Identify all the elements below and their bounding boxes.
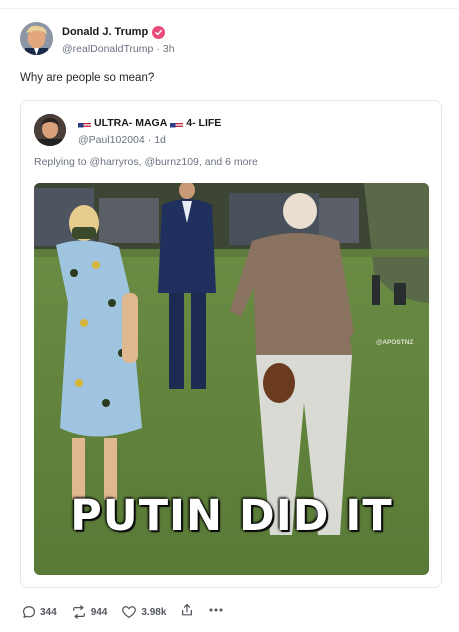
author-name[interactable]: Donald J. Trump [62,26,148,38]
reply-count: 344 [40,606,57,618]
like-count: 3.98k [141,606,167,618]
post-text: Why are people so mean? [20,72,155,84]
verified-badge-icon [152,25,166,39]
share-icon [180,603,194,622]
us-flag-icon [78,119,91,128]
reply-icon [22,605,36,619]
quoted-post[interactable]: ULTRA- MAGA 4- LIFE @Paul102004 · 1d Rep… [20,100,442,588]
share-button[interactable] [180,603,194,622]
image-caption: PUTIN DID IT [70,491,393,541]
post-actions: 344 944 3.98k [22,603,238,622]
meta-separator: · [156,43,160,55]
quote-author-handle[interactable]: @Paul102004 [78,134,145,146]
more-icon [208,603,224,622]
image-watermark: @APOSTNZ [376,339,414,346]
repost-count: 944 [90,606,108,618]
quote-author-meta: @Paul102004 · 1d [78,134,166,146]
author-handle[interactable]: @realDonaldTrump [62,43,153,55]
quote-meta-separator: · [147,134,152,146]
reply-context[interactable]: Replying to @harryros, @burnz109, and 6 … [34,156,258,168]
quote-author-name-part1[interactable]: ULTRA- MAGA [94,117,167,129]
post: Donald J. Trump @realDonaldTrump · 3h Wh… [0,0,459,632]
us-flag-icon [170,119,184,128]
quote-author-avatar[interactable] [34,114,66,146]
repost-button[interactable]: 944 [71,605,108,619]
like-button[interactable]: 3.98k [121,605,166,619]
post-time[interactable]: 3h [163,43,175,55]
quote-time[interactable]: 1d [154,134,166,146]
quote-image[interactable]: @APOSTNZ PUTIN DID IT [34,183,429,575]
author-block: Donald J. Trump @realDonaldTrump · 3h [62,24,175,55]
author-avatar[interactable] [20,22,53,55]
reply-button[interactable]: 344 [22,605,57,619]
repost-icon [71,605,87,619]
more-button[interactable] [208,603,224,622]
quote-author-name-part2[interactable]: 4- LIFE [186,117,221,129]
quote-author-name-row: ULTRA- MAGA 4- LIFE [78,116,221,130]
like-icon [121,605,137,619]
